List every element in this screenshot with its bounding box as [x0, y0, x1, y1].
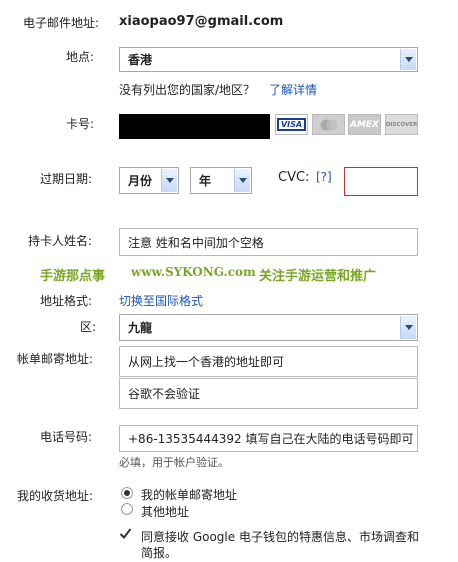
consent-text-line2: 简报。: [141, 546, 178, 560]
phone-input[interactable]: +86-13535444392 填写自己在大陆的电话号码即可: [119, 425, 418, 452]
discover-card-icon: DISCOVER: [385, 114, 418, 135]
address-format-label: 地址格式:: [40, 294, 93, 308]
phone-hint: 必填，用于帐户验证。: [119, 456, 229, 469]
email-value: xiaopao97@gmail.com: [119, 14, 284, 29]
month-value: 月份: [128, 174, 153, 188]
billing-address-label: 帐单邮寄地址:: [17, 352, 94, 366]
radio-billing-address[interactable]: [121, 487, 133, 499]
switch-format-link[interactable]: 切换至国际格式: [119, 292, 203, 309]
promo-left-text: 手游那点事: [40, 269, 106, 284]
consent-checkbox[interactable]: [119, 527, 132, 540]
year-select[interactable]: 年: [190, 167, 252, 194]
cvc-help-link[interactable]: [?]: [316, 170, 332, 184]
district-value: 九龍: [128, 321, 153, 335]
district-select[interactable]: 九龍: [119, 314, 418, 341]
chevron-down-icon: [400, 49, 416, 70]
location-value: 香港: [128, 53, 153, 67]
promo-right-text: 关注手游运营和推广: [259, 269, 377, 284]
phone-label: 电话号码:: [40, 430, 93, 444]
consent-text-line1: 同意接收 Google 电子钱包的特惠信息、市场调查和: [141, 530, 419, 544]
amex-card-icon: AMEX: [348, 114, 381, 135]
chevron-down-icon: [234, 169, 250, 192]
shipping-label: 我的收货地址:: [17, 489, 94, 503]
card-number-input[interactable]: [119, 114, 270, 139]
card-label: 卡号:: [66, 117, 95, 131]
visa-card-icon: VISA: [275, 114, 308, 135]
cardholder-label: 持卡人姓名:: [28, 234, 93, 248]
radio-other-address[interactable]: [121, 503, 133, 515]
radio-billing-label: 我的帐单邮寄地址: [141, 488, 238, 502]
district-label: 区:: [80, 320, 97, 334]
expiry-label: 过期日期:: [40, 172, 93, 186]
location-select[interactable]: 香港: [119, 47, 418, 72]
month-select[interactable]: 月份: [119, 167, 179, 194]
location-label: 地点:: [66, 50, 95, 64]
chevron-down-icon: [161, 169, 177, 192]
radio-other-label: 其他地址: [141, 505, 190, 519]
not-listed-text: 没有列出您的国家/地区？: [119, 83, 256, 97]
address-line2-input[interactable]: 谷歌不会验证: [119, 378, 418, 409]
learn-more-link[interactable]: 了解详情: [269, 81, 317, 98]
address-line1-input[interactable]: 从网上找一个香港的地址即可: [119, 346, 418, 377]
checkmark-icon: [119, 528, 132, 540]
year-value: 年: [199, 174, 212, 188]
mastercard-card-icon: [312, 114, 345, 135]
cvc-input[interactable]: [344, 167, 418, 196]
cvc-label: CVC:: [278, 170, 310, 185]
promo-center-text: www.SYKONG.com: [131, 265, 256, 279]
email-label: 电子邮件地址:: [23, 16, 100, 30]
chevron-down-icon: [400, 316, 416, 339]
cardholder-input[interactable]: 注意 姓和名中间加个空格: [119, 228, 418, 256]
